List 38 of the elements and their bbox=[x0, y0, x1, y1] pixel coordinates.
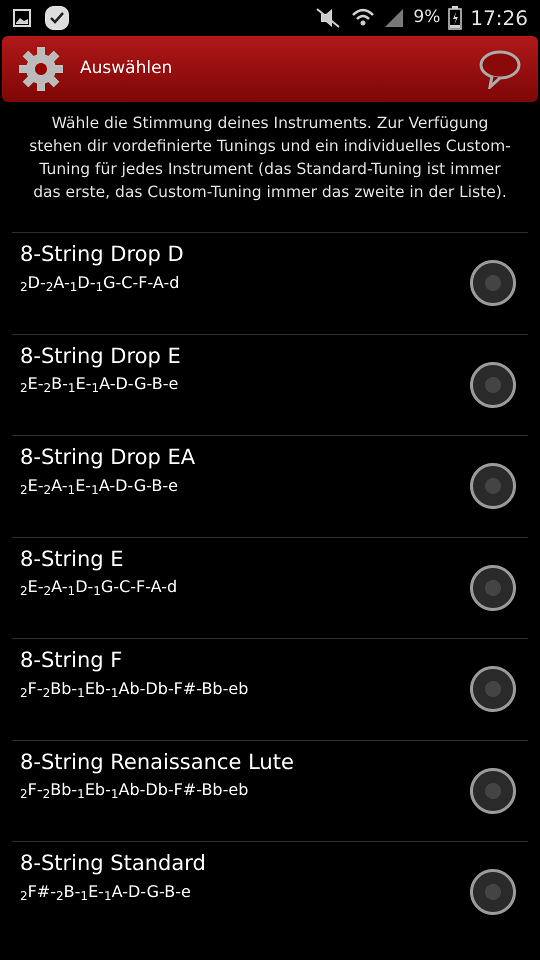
radio-button[interactable] bbox=[470, 768, 516, 814]
tuning-notes: $_{2}$E-$_{2}$A-$_{1}$D-$_{1}$G-C-F-A-d bbox=[20, 576, 178, 599]
radio-button[interactable] bbox=[470, 869, 516, 916]
tuning-name: 8-String Drop E bbox=[20, 342, 181, 370]
check-icon bbox=[44, 5, 70, 31]
signal-icon bbox=[383, 7, 406, 29]
tuning-name: 8-String F bbox=[20, 647, 124, 674]
tuning-item[interactable]: 8-String Drop E $_{2}$E-$_{2}$B-$_{1}$E-$_{1}$A-D-G-B-e bbox=[12, 334, 528, 435]
tuning-name: 8-String E bbox=[20, 546, 125, 572]
tuning-notes: $_{2}$F#-$_{2}$B-$_{1}$E-$_{1}$A-D-G-B-e bbox=[20, 880, 192, 904]
tuning-item[interactable]: 8-String Drop EA $_{2}$E-$_{2}$A-$_{1}$E-$_{1}$A-D-G-B-e bbox=[12, 435, 528, 536]
radio-button[interactable] bbox=[470, 463, 516, 510]
tuning-notes: $_{2}$F-$_{2}$Bb-$_{1}$Eb-$_{1}$Ab-Db-F#-Bb-eb bbox=[20, 678, 248, 700]
tuning-notes: $_{2}$E-$_{2}$A-$_{1}$E-$_{1}$A-D-G-B-e bbox=[20, 474, 179, 498]
image-icon bbox=[12, 8, 32, 28]
tuning-notes: $_{2}$F-$_{2}$Bb-$_{1}$Eb-$_{1}$Ab-Db-F#-Bb-eb bbox=[20, 779, 250, 802]
tuning-name: 8-String Drop EA bbox=[20, 444, 196, 471]
radio-button[interactable] bbox=[470, 260, 516, 306]
tuning-item[interactable]: 8-String Drop D $_{2}$D-$_{2}$A-$_{1}$D-$_{1}$G-C-F-A-d bbox=[12, 232, 528, 334]
tuning-name: 8-String Drop D bbox=[20, 241, 184, 268]
battery-icon bbox=[448, 6, 462, 30]
tuning-notes: $_{2}$D-$_{2}$A-$_{1}$D-$_{1}$G-C-F-A-d bbox=[20, 272, 180, 294]
gear-icon[interactable] bbox=[18, 46, 64, 92]
tuning-item[interactable]: 8-String E $_{2}$E-$_{2}$A-$_{1}$D-$_{1}$G-C-F-A-d bbox=[12, 536, 528, 638]
tuning-name: 8-String Renaissance Lute bbox=[20, 748, 294, 776]
battery-percent: 9% bbox=[413, 6, 440, 30]
tuning-item[interactable]: 8-String F $_{2}$F-$_{2}$Bb-$_{1}$Eb-$_{1}$Ab-Db-F#-Bb-eb bbox=[12, 638, 528, 740]
radio-button[interactable] bbox=[470, 362, 516, 408]
radio-button[interactable] bbox=[470, 666, 516, 712]
tuning-item[interactable]: 8-String Standard $_{2}$F#-$_{2}$B-$_{1}$E-$_{1}$A-D-G-B-e bbox=[12, 841, 528, 942]
speech-bubble-icon[interactable] bbox=[478, 49, 522, 89]
tuning-item[interactable]: 8-String Renaissance Lute $_{2}$F-$_{2}$Bb-$_{1}$Eb-$_{1}$Ab-Db-F#-Bb-eb bbox=[12, 740, 528, 841]
header-title: Auswählen bbox=[80, 57, 172, 80]
tuning-notes: $_{2}$E-$_{2}$B-$_{1}$E-$_{1}$A-D-G-B-e bbox=[20, 373, 180, 396]
radio-button[interactable] bbox=[470, 564, 516, 611]
clock: 17:26 bbox=[470, 5, 528, 32]
tuning-name: 8-String Standard bbox=[20, 850, 206, 877]
description-text: Wähle die Stimmung deines Instruments. Zur Verfügung stehen dir vordefinierte Tunings und ein individuelles Custom-Tuning für jedes Instrument (das Standard-Tuning ist immer das erste, das Custom-Tuning immer das zweite in der Liste). bbox=[28, 113, 512, 203]
